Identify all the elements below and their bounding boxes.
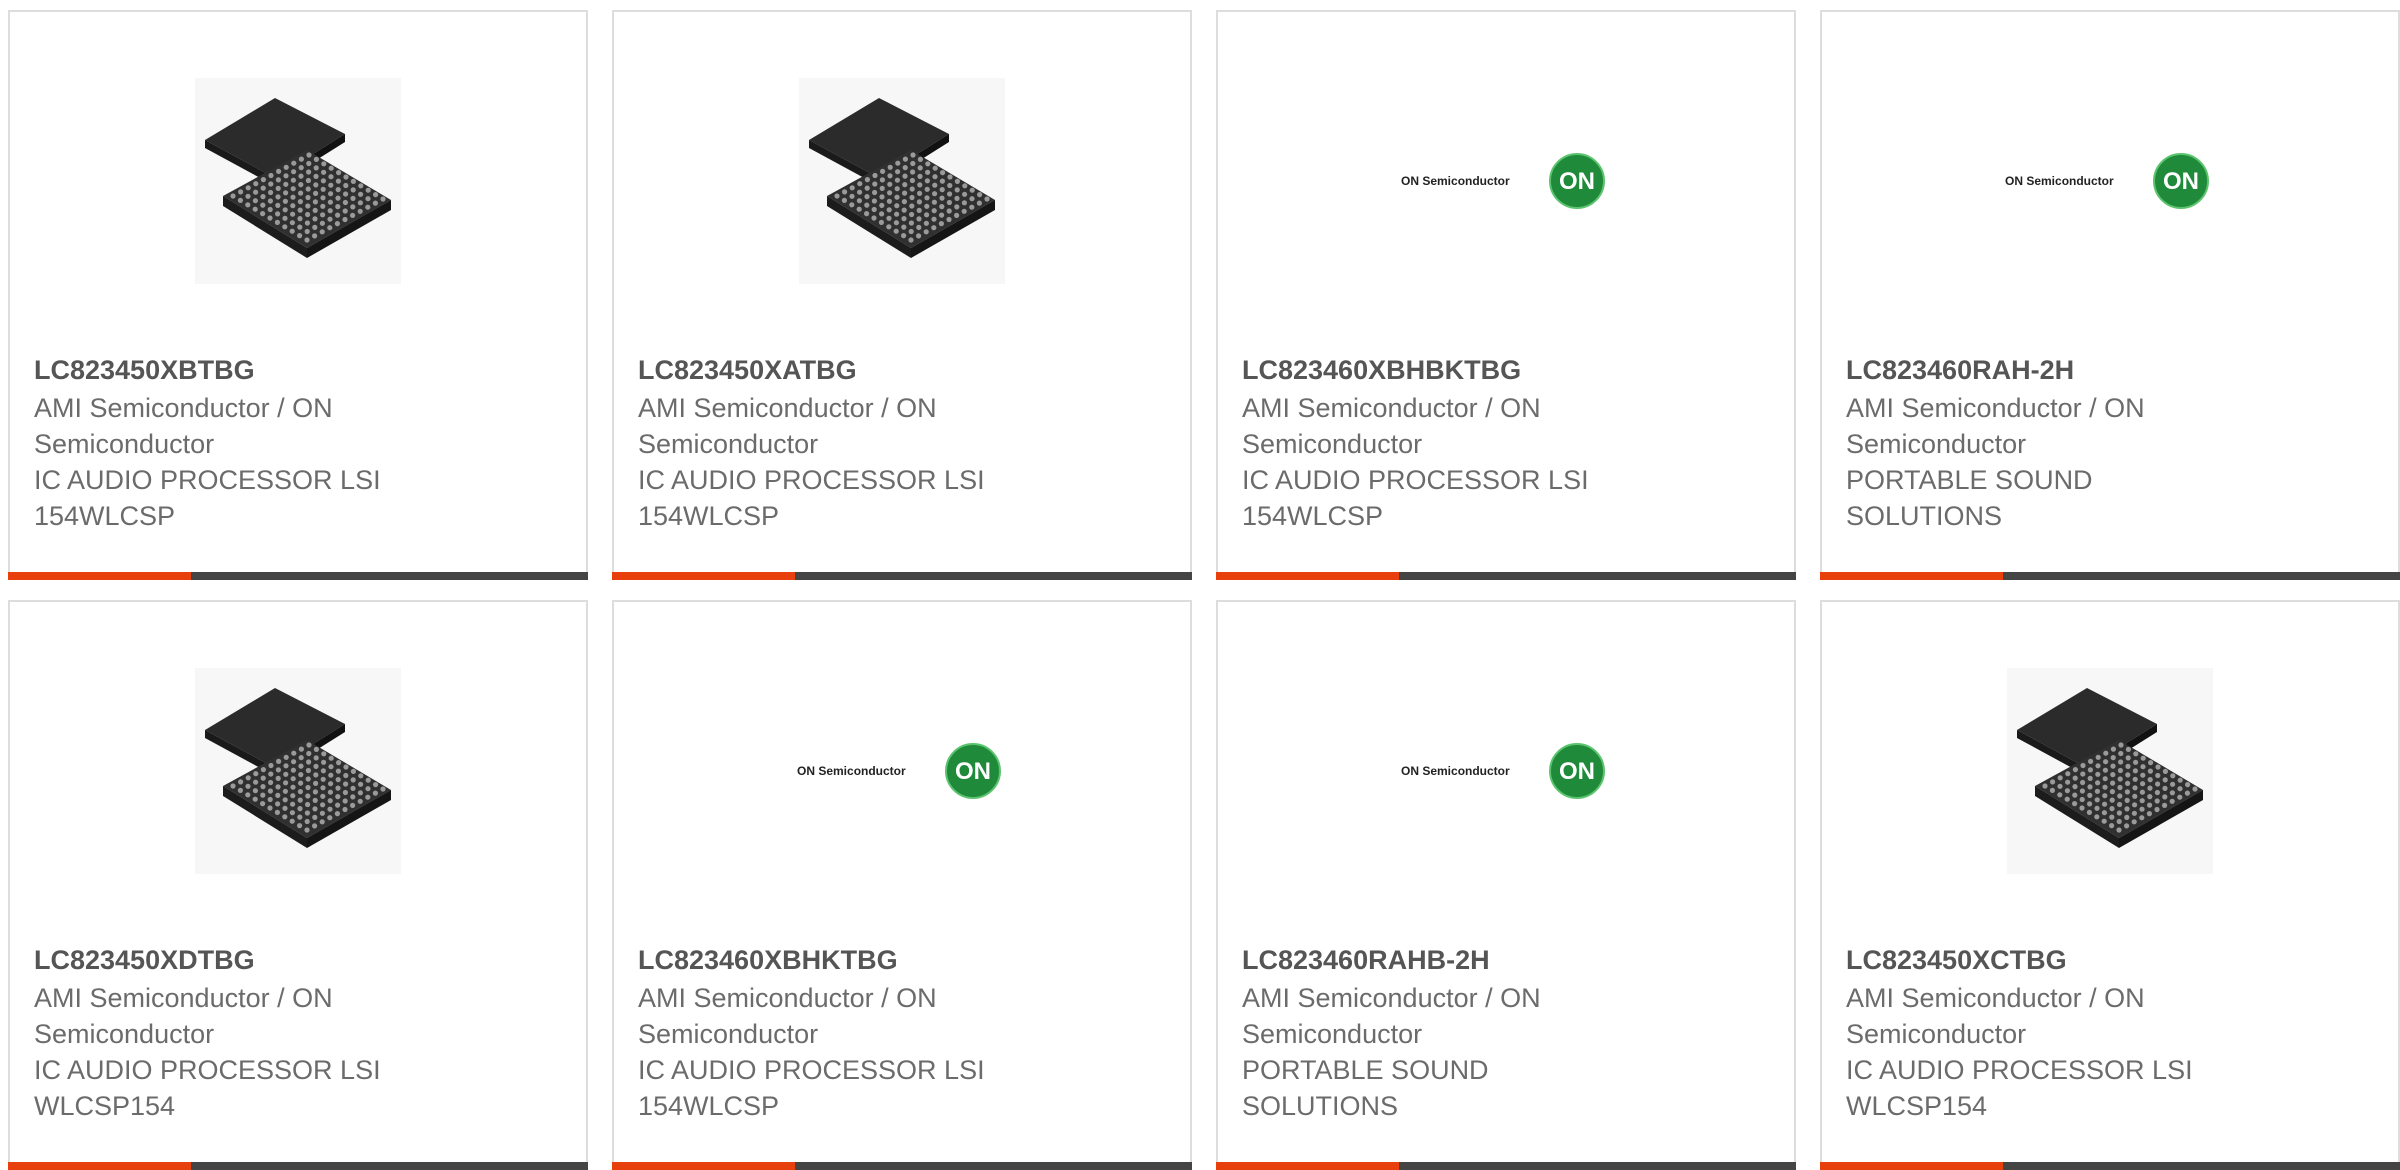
product-grid: LC823450XBTBG AMI Semiconductor / ON Semi… bbox=[8, 10, 2400, 1170]
card-accent-bar bbox=[8, 572, 588, 580]
dark-segment bbox=[191, 1162, 588, 1170]
product-info: LC823450XATBG AMI Semiconductor / ON Semi… bbox=[638, 352, 1166, 534]
product-card[interactable]: ON Semiconductor ON LC823460XBHKTBG AMI S… bbox=[612, 600, 1192, 1170]
product-card[interactable]: LC823450XBTBG AMI Semiconductor / ON Semi… bbox=[8, 10, 588, 580]
accent-segment bbox=[1216, 572, 1399, 580]
on-semiconductor-logo: ON Semiconductor ON bbox=[2005, 153, 2209, 209]
dark-segment bbox=[795, 1162, 1192, 1170]
dark-segment bbox=[2003, 1162, 2400, 1170]
manufacturer: AMI Semiconductor / ON Semiconductor bbox=[34, 983, 333, 1049]
product-info: LC823460XBHBKTBG AMI Semiconductor / ON S… bbox=[1242, 352, 1770, 534]
product-image[interactable]: ON Semiconductor ON bbox=[1822, 78, 2398, 284]
logo-wordmark: ON Semiconductor bbox=[1401, 174, 1510, 188]
product-info: LC823460RAH-2H AMI Semiconductor / ON Sem… bbox=[1846, 352, 2374, 534]
bga-chip-image bbox=[195, 78, 401, 284]
logo-wordmark: ON Semiconductor bbox=[1401, 764, 1510, 778]
product-image[interactable] bbox=[1822, 668, 2398, 874]
dark-segment bbox=[1399, 572, 1796, 580]
manufacturer: AMI Semiconductor / ON Semiconductor bbox=[34, 393, 333, 459]
card-accent-bar bbox=[1216, 1162, 1796, 1170]
dark-segment bbox=[191, 572, 588, 580]
card-accent-bar bbox=[612, 572, 1192, 580]
description: IC AUDIO PROCESSOR LSI 154WLCSP bbox=[638, 465, 985, 531]
logo-wordmark: ON Semiconductor bbox=[797, 764, 906, 778]
card-accent-bar bbox=[612, 1162, 1192, 1170]
description: IC AUDIO PROCESSOR LSI WLCSP154 bbox=[34, 1055, 381, 1121]
logo-badge: ON bbox=[1559, 168, 1595, 195]
description: IC AUDIO PROCESSOR LSI WLCSP154 bbox=[1846, 1055, 2193, 1121]
description: PORTABLE SOUND SOLUTIONS bbox=[1846, 465, 2093, 531]
part-number[interactable]: LC823450XCTBG bbox=[1846, 942, 2374, 978]
product-card[interactable]: LC823450XCTBG AMI Semiconductor / ON Semi… bbox=[1820, 600, 2400, 1170]
dark-segment bbox=[795, 572, 1192, 580]
product-image[interactable] bbox=[10, 668, 586, 874]
product-image[interactable]: ON Semiconductor ON bbox=[1218, 78, 1794, 284]
manufacturer: AMI Semiconductor / ON Semiconductor bbox=[638, 393, 937, 459]
product-image[interactable]: ON Semiconductor ON bbox=[1218, 668, 1794, 874]
bga-chip-image bbox=[195, 668, 401, 874]
accent-segment bbox=[612, 1162, 795, 1170]
on-semiconductor-logo: ON Semiconductor ON bbox=[1401, 153, 1605, 209]
product-card[interactable]: ON Semiconductor ON LC823460RAHB-2H AMI S… bbox=[1216, 600, 1796, 1170]
manufacturer: AMI Semiconductor / ON Semiconductor bbox=[1846, 393, 2145, 459]
part-number[interactable]: LC823460XBHBKTBG bbox=[1242, 352, 1770, 388]
accent-segment bbox=[612, 572, 795, 580]
accent-segment bbox=[8, 1162, 191, 1170]
product-image[interactable] bbox=[614, 78, 1190, 284]
dark-segment bbox=[1399, 1162, 1796, 1170]
card-accent-bar bbox=[1820, 1162, 2400, 1170]
product-card[interactable]: ON Semiconductor ON LC823460XBHBKTBG AMI … bbox=[1216, 10, 1796, 580]
product-card[interactable]: LC823450XDTBG AMI Semiconductor / ON Semi… bbox=[8, 600, 588, 1170]
logo-badge: ON bbox=[2163, 168, 2199, 195]
manufacturer: AMI Semiconductor / ON Semiconductor bbox=[1242, 983, 1541, 1049]
accent-segment bbox=[1820, 1162, 2003, 1170]
on-semiconductor-logo: ON Semiconductor ON bbox=[1401, 743, 1605, 799]
logo-badge: ON bbox=[955, 758, 991, 785]
product-card[interactable]: LC823450XATBG AMI Semiconductor / ON Semi… bbox=[612, 10, 1192, 580]
logo-badge: ON bbox=[1559, 758, 1595, 785]
bga-chip-image bbox=[2007, 668, 2213, 874]
logo-wordmark: ON Semiconductor bbox=[2005, 174, 2114, 188]
card-accent-bar bbox=[1820, 572, 2400, 580]
product-info: LC823450XDTBG AMI Semiconductor / ON Semi… bbox=[34, 942, 562, 1124]
part-number[interactable]: LC823460RAH-2H bbox=[1846, 352, 2374, 388]
card-accent-bar bbox=[8, 1162, 588, 1170]
on-semiconductor-logo: ON Semiconductor ON bbox=[797, 743, 1001, 799]
product-info: LC823460RAHB-2H AMI Semiconductor / ON Se… bbox=[1242, 942, 1770, 1124]
product-info: LC823450XCTBG AMI Semiconductor / ON Semi… bbox=[1846, 942, 2374, 1124]
description: IC AUDIO PROCESSOR LSI 154WLCSP bbox=[34, 465, 381, 531]
manufacturer: AMI Semiconductor / ON Semiconductor bbox=[1846, 983, 2145, 1049]
part-number[interactable]: LC823460RAHB-2H bbox=[1242, 942, 1770, 978]
card-accent-bar bbox=[1216, 572, 1796, 580]
product-info: LC823450XBTBG AMI Semiconductor / ON Semi… bbox=[34, 352, 562, 534]
product-image[interactable] bbox=[10, 78, 586, 284]
accent-segment bbox=[8, 572, 191, 580]
part-number[interactable]: LC823450XDTBG bbox=[34, 942, 562, 978]
dark-segment bbox=[2003, 572, 2400, 580]
description: IC AUDIO PROCESSOR LSI 154WLCSP bbox=[638, 1055, 985, 1121]
bga-chip-image bbox=[799, 78, 1005, 284]
product-card[interactable]: ON Semiconductor ON LC823460RAH-2H AMI Se… bbox=[1820, 10, 2400, 580]
description: IC AUDIO PROCESSOR LSI 154WLCSP bbox=[1242, 465, 1589, 531]
description: PORTABLE SOUND SOLUTIONS bbox=[1242, 1055, 1489, 1121]
accent-segment bbox=[1820, 572, 2003, 580]
product-image[interactable]: ON Semiconductor ON bbox=[614, 668, 1190, 874]
part-number[interactable]: LC823450XBTBG bbox=[34, 352, 562, 388]
product-info: LC823460XBHKTBG AMI Semiconductor / ON Se… bbox=[638, 942, 1166, 1124]
accent-segment bbox=[1216, 1162, 1399, 1170]
manufacturer: AMI Semiconductor / ON Semiconductor bbox=[1242, 393, 1541, 459]
part-number[interactable]: LC823450XATBG bbox=[638, 352, 1166, 388]
manufacturer: AMI Semiconductor / ON Semiconductor bbox=[638, 983, 937, 1049]
part-number[interactable]: LC823460XBHKTBG bbox=[638, 942, 1166, 978]
